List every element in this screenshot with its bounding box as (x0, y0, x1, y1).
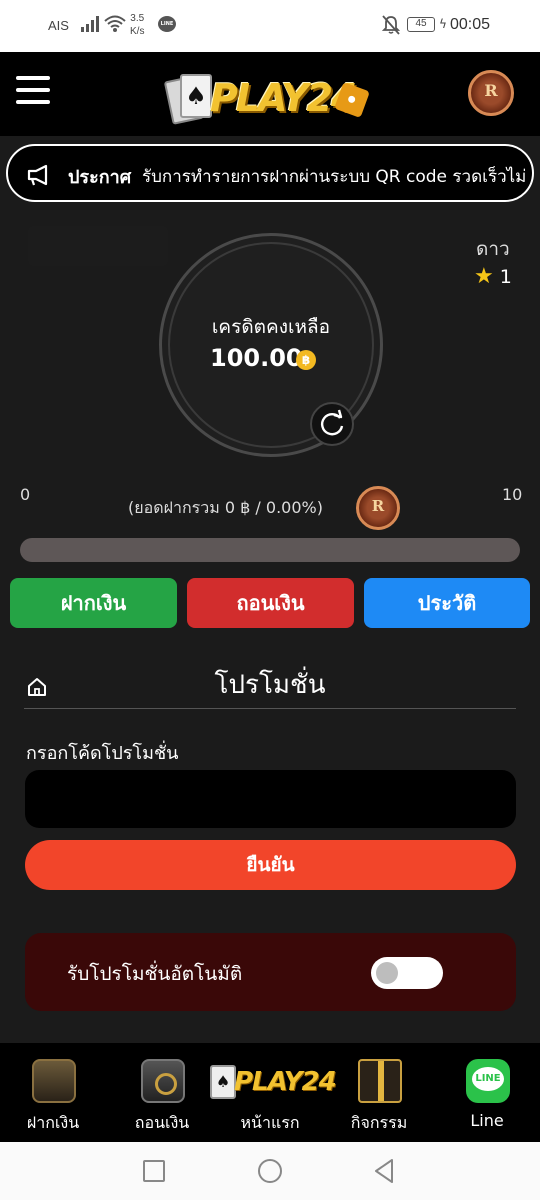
auto-promotion-panel: รับโปรโมชั่นอัตโนมัติ (25, 933, 516, 1011)
promo-code-input[interactable] (25, 770, 516, 828)
gift-icon (358, 1059, 402, 1103)
clock: 00:05 (450, 16, 491, 33)
bottom-nav: ฝากเงิน ถอนเงิน หน้าแรก ♠ PLAY24 กิจกรรม… (0, 1043, 540, 1142)
next-rank-icon (356, 486, 400, 530)
announcement-label: ประกาศ (68, 167, 132, 188)
coin-icon: ฿ (296, 350, 316, 370)
app-header: ♠ PLAY24 (0, 52, 540, 136)
carrier-label: AIS (48, 18, 69, 33)
menu-icon[interactable] (16, 76, 50, 106)
star-count: ★ 1 (474, 264, 512, 289)
nav-label-line: Line (470, 1111, 504, 1130)
nav-label-withdraw: ถอนเงิน (134, 1113, 190, 1132)
credit-label: เครดิตคงเหลือ (211, 316, 331, 338)
nav-label-activities: กิจกรรม (350, 1113, 408, 1132)
rank-range-min: 0 (20, 485, 31, 504)
divider (24, 708, 516, 709)
charging-icon: ϟ (439, 17, 447, 31)
nav-label-deposit: ฝากเงิน (26, 1113, 80, 1132)
network-speed-unit: K/s (130, 26, 145, 37)
star-icon: ★ (474, 264, 494, 289)
nav-label-home: หน้าแรก (240, 1113, 300, 1132)
faded-username (28, 226, 168, 266)
auto-promotion-label: รับโปรโมชั่นอัตโนมัติ (67, 963, 243, 985)
star-count-value: 1 (499, 266, 512, 288)
withdraw-button[interactable]: ถอนเงิน (187, 578, 354, 628)
announcement-text: รับการทำรายการฝากผ่านระบบ QR code รวดเร็… (142, 167, 527, 187)
play24-logo-icon[interactable]: ♠ PLAY24 (206, 1061, 337, 1107)
home-button-icon[interactable] (258, 1159, 282, 1183)
battery-icon: 45 (407, 17, 435, 32)
megaphone-icon (27, 164, 48, 186)
recent-apps-icon[interactable] (143, 1160, 165, 1182)
line-icon (466, 1059, 510, 1103)
star-label: ดาว (476, 238, 510, 260)
confirm-button[interactable]: ยืนยัน (25, 840, 516, 890)
credit-amount: 100.00 (210, 344, 303, 372)
refresh-button[interactable] (310, 402, 354, 446)
rank-progress-bar (20, 538, 520, 562)
wallet-icon (32, 1059, 76, 1103)
rank-range-max: 10 (502, 485, 523, 504)
deposit-total-text: (ยอดฝากรวม 0 ฿ / 0.00%) (128, 498, 323, 517)
nav-item-withdraw[interactable]: ถอนเงิน (117, 1043, 207, 1142)
playing-cards-icon: ♠ (163, 72, 212, 126)
announcement-bar[interactable]: ประกาศ รับการทำรายการฝากผ่านระบบ QR code… (6, 144, 534, 202)
nav-logo-text: PLAY24 (234, 1067, 337, 1097)
auto-promotion-toggle[interactable] (371, 957, 443, 989)
nav-item-deposit[interactable]: ฝากเงิน (8, 1043, 98, 1142)
network-speed-value: 3.5 (130, 13, 145, 24)
nav-item-line[interactable]: Line (442, 1043, 532, 1142)
logo-text: PLAY24 (210, 76, 358, 120)
safe-icon (141, 1059, 185, 1103)
playing-card-icon: ♠ (210, 1065, 236, 1099)
rank-badge-icon[interactable] (468, 70, 514, 116)
toggle-knob (376, 962, 398, 984)
nav-item-activities[interactable]: กิจกรรม (334, 1043, 424, 1142)
deposit-button[interactable]: ฝากเงิน (10, 578, 177, 628)
promotion-title: โปรโมชั่น (214, 670, 326, 700)
signal-icon (81, 16, 99, 32)
play24-logo[interactable]: ♠ PLAY24 (163, 66, 376, 128)
history-button[interactable]: ประวัติ (364, 578, 530, 628)
line-notification-icon: LINE (158, 16, 176, 32)
refresh-icon (321, 409, 344, 436)
status-bar: AIS 3.5 K/s LINE 45 ϟ 00:05 (0, 0, 540, 52)
wifi-icon (104, 15, 126, 32)
android-navigation-bar (0, 1142, 540, 1200)
promo-code-label: กรอกโค้ดโปรโมชั่น (26, 743, 179, 764)
back-icon[interactable] (372, 1158, 396, 1184)
network-speed: 3.5 K/s (130, 12, 144, 38)
bell-muted-icon (382, 15, 400, 35)
